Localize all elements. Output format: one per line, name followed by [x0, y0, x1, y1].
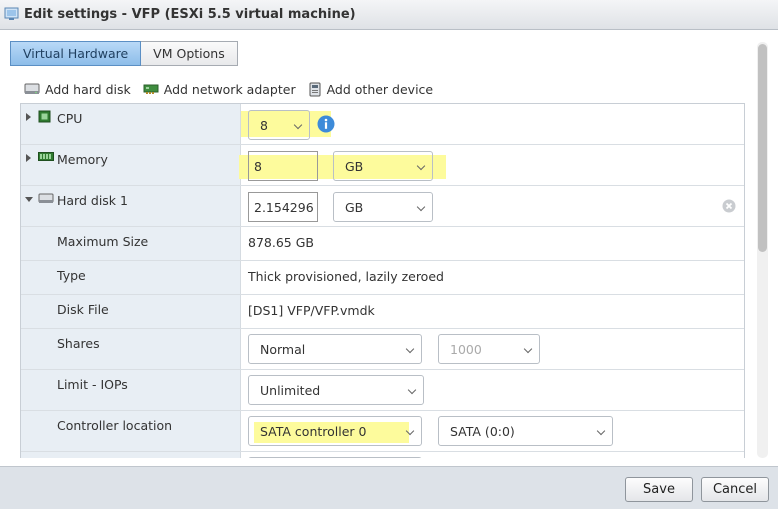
- add-other-device-button[interactable]: Add other device: [308, 81, 434, 97]
- chevron-down-icon: [416, 202, 426, 212]
- controller-slot-value: SATA (0:0): [450, 423, 515, 439]
- vertical-scrollbar[interactable]: [757, 42, 768, 458]
- memory-unit-select[interactable]: GB: [333, 151, 433, 181]
- chevron-down-icon: [523, 344, 533, 354]
- add-network-adapter-label: Add network adapter: [163, 81, 296, 97]
- network-adapter-icon: [143, 84, 159, 94]
- tab-vm-options[interactable]: VM Options: [141, 41, 238, 66]
- next-row-partial: [21, 452, 744, 458]
- memory-row: Memory 8 GB: [21, 145, 744, 186]
- memory-size-input[interactable]: 8: [248, 151, 318, 181]
- scrollbar-thumb[interactable]: [758, 44, 767, 252]
- controller-select[interactable]: SATA controller 0: [248, 416, 422, 446]
- cpu-label: CPU: [57, 111, 83, 126]
- disk-type-label: Type: [57, 268, 86, 283]
- device-toolbar: Add hard disk Add network adapter Add ot…: [24, 80, 433, 98]
- hard-disk-icon: [24, 83, 40, 94]
- disk-file-label: Disk File: [57, 302, 109, 317]
- collapse-arrow-icon[interactable]: [25, 197, 33, 202]
- shares-amount-select: 1000: [438, 334, 540, 364]
- save-button[interactable]: Save: [625, 477, 693, 502]
- memory-label: Memory: [57, 152, 108, 167]
- maximum-size-label: Maximum Size: [57, 234, 149, 249]
- expand-arrow-icon[interactable]: [26, 113, 31, 121]
- shares-level-value: Normal: [260, 341, 306, 357]
- add-hard-disk-button[interactable]: Add hard disk: [24, 82, 131, 97]
- disk-type-row: Type Thick provisioned, lazily zeroed: [21, 261, 744, 295]
- memory-module-icon: [38, 152, 54, 161]
- chevron-down-icon: [407, 385, 417, 395]
- hard-disk-size-input[interactable]: 2.154296: [248, 192, 318, 222]
- add-network-adapter-button[interactable]: Add network adapter: [143, 82, 296, 97]
- hard-disk-icon: [38, 193, 54, 203]
- dialog-title-bar: Edit settings - VFP (ESXi 5.5 virtual ma…: [0, 0, 778, 30]
- maximum-size-value: 878.65 GB: [248, 235, 314, 250]
- disk-file-value: [DS1] VFP/VFP.vmdk: [248, 303, 375, 318]
- chevron-down-icon: [405, 344, 415, 354]
- vm-settings-icon: [4, 7, 19, 20]
- remove-device-icon[interactable]: [722, 199, 736, 213]
- dialog-footer: Save Cancel: [0, 466, 778, 509]
- partial-select[interactable]: [248, 457, 422, 458]
- memory-unit-value: GB: [345, 158, 364, 174]
- disk-type-value: Thick provisioned, lazily zeroed: [248, 269, 444, 284]
- chevron-down-icon: [596, 426, 606, 436]
- add-other-device-label: Add other device: [326, 81, 434, 97]
- cpu-count-select[interactable]: 8: [248, 110, 310, 140]
- chevron-down-icon: [293, 120, 303, 130]
- maximum-size-row: Maximum Size 878.65 GB: [21, 227, 744, 261]
- add-hard-disk-label: Add hard disk: [45, 81, 131, 97]
- dialog-title: Edit settings - VFP (ESXi 5.5 virtual ma…: [24, 7, 356, 22]
- controller-slot-select[interactable]: SATA (0:0): [438, 416, 613, 446]
- controller-location-row: Controller location SATA controller 0 SA…: [21, 411, 744, 452]
- expand-arrow-icon[interactable]: [26, 154, 31, 162]
- cpu-count-value: 8: [260, 117, 268, 133]
- hard-disk-unit-select[interactable]: GB: [333, 192, 433, 222]
- hard-disk-label: Hard disk 1: [57, 193, 128, 208]
- cpu-row: CPU 8: [21, 104, 744, 145]
- cancel-button[interactable]: Cancel: [701, 477, 769, 502]
- shares-row: Shares Normal 1000: [21, 329, 744, 370]
- limit-iops-select[interactable]: Unlimited: [248, 375, 424, 405]
- hard-disk-row: Hard disk 1 2.154296 GB: [21, 186, 744, 227]
- tab-virtual-hardware[interactable]: Virtual Hardware: [10, 41, 142, 66]
- shares-level-select[interactable]: Normal: [248, 334, 422, 364]
- other-device-icon: [309, 82, 321, 96]
- disk-file-row: Disk File [DS1] VFP/VFP.vmdk: [21, 295, 744, 329]
- chevron-down-icon: [416, 161, 426, 171]
- chevron-down-icon: [405, 426, 415, 436]
- limit-iops-label: Limit - IOPs: [57, 377, 128, 392]
- cpu-chip-icon: [38, 110, 51, 123]
- hard-disk-unit-value: GB: [345, 199, 364, 215]
- limit-iops-value: Unlimited: [260, 382, 321, 398]
- info-icon[interactable]: [317, 115, 335, 133]
- shares-label: Shares: [57, 336, 100, 351]
- tab-bar: Virtual Hardware VM Options: [10, 41, 238, 66]
- shares-amount-value: 1000: [450, 341, 482, 357]
- limit-iops-row: Limit - IOPs Unlimited: [21, 370, 744, 411]
- virtual-hardware-list: CPU 8 Memory 8 GB Hard disk 1 2.154296 G…: [20, 103, 745, 458]
- controller-value: SATA controller 0: [260, 423, 367, 439]
- controller-location-label: Controller location: [57, 418, 173, 433]
